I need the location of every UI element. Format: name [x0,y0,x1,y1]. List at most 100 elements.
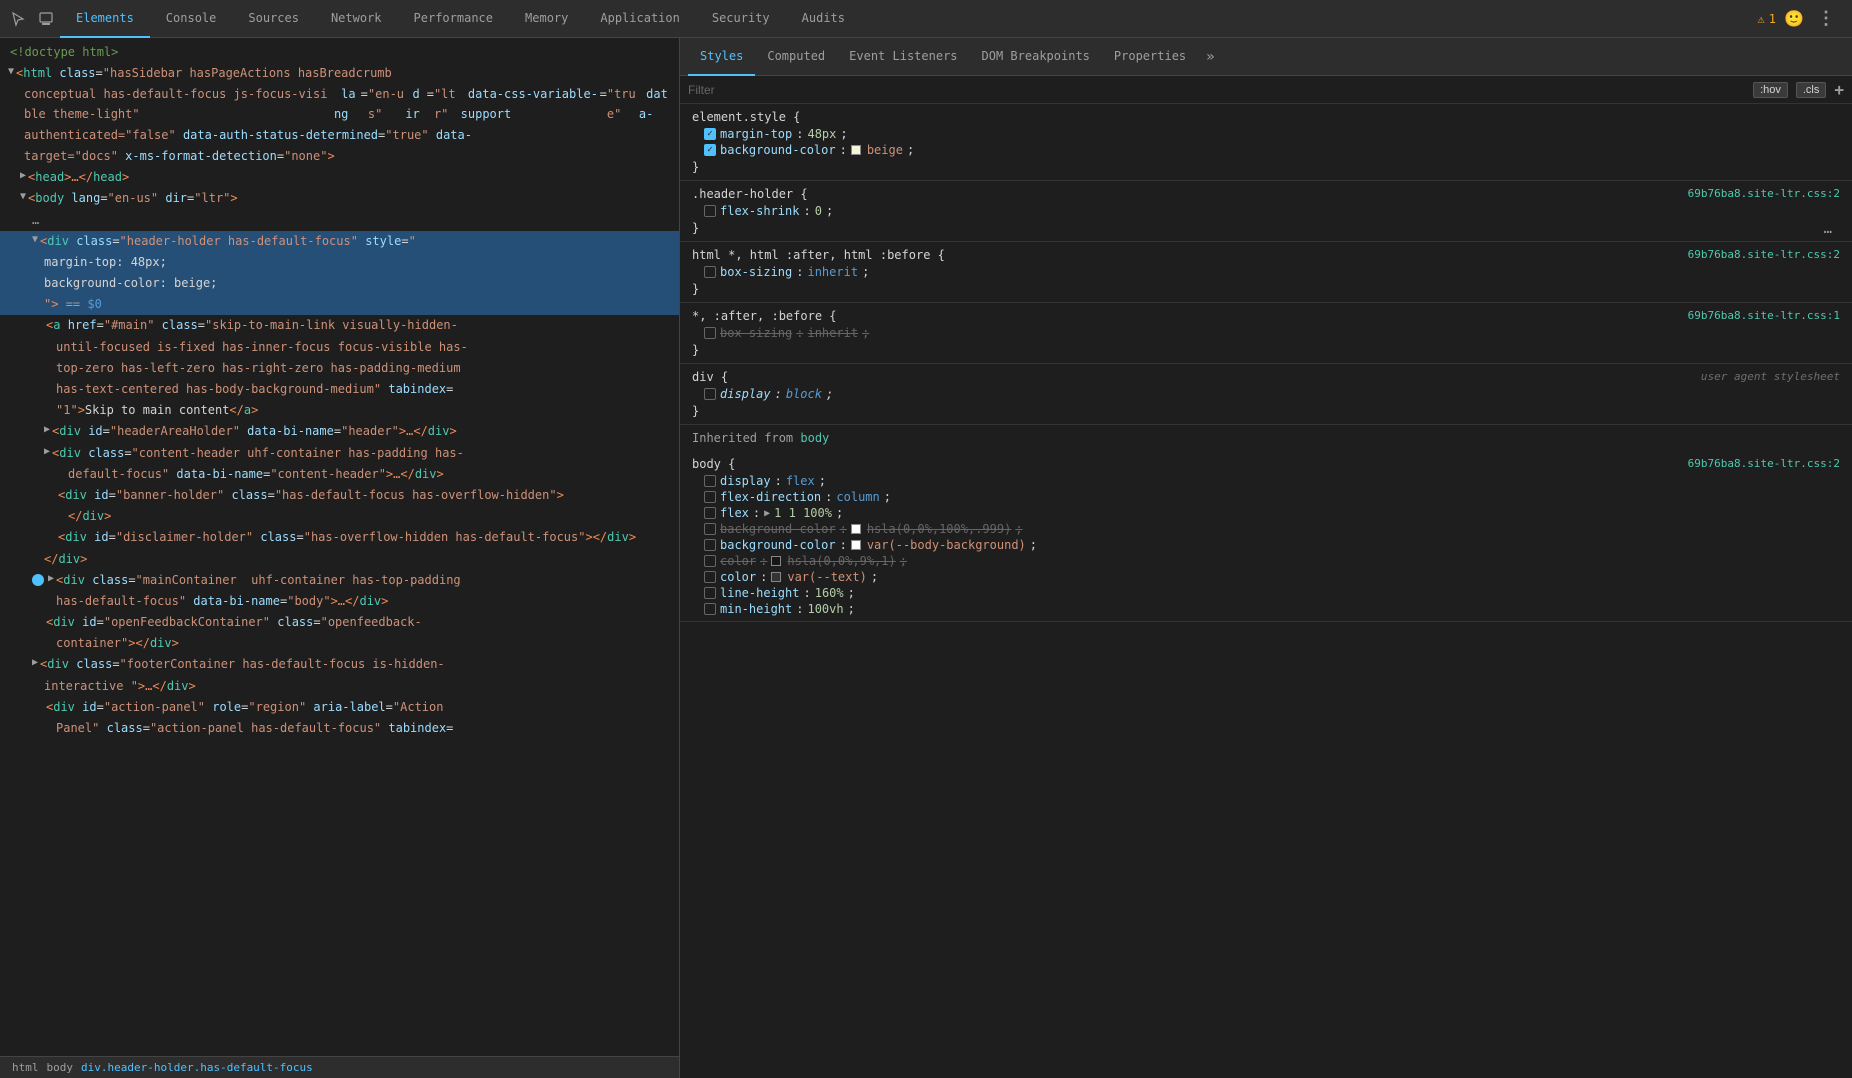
tree-line-margin-top: margin-top: 48px; [0,252,679,273]
tree-line-skip-link[interactable]: <a href="#main" class="skip-to-main-link… [0,315,679,336]
user-agent-label: user agent stylesheet [1701,370,1840,383]
inherited-from-body-link[interactable]: body [800,431,829,445]
tab-styles[interactable]: Styles [688,38,755,76]
bg-color-swatch-var[interactable] [851,540,861,550]
emoji-icon[interactable]: 🙂 [1780,5,1808,33]
warning-badge[interactable]: ⚠ 1 [1758,12,1776,26]
tab-network[interactable]: Network [315,0,398,38]
tree-line-footer[interactable]: <div class="footerContainer has-default-… [0,654,679,675]
more-options-icon[interactable]: ⋮ [1812,5,1840,33]
tree-line-content-header2: default-focus" data-bi-name="content-hea… [0,464,679,485]
body-style-block: body { 69b76ba8.site-ltr.css:2 display :… [680,451,1852,622]
breadcrumb-html[interactable]: html [8,1061,43,1074]
tree-line-disclaimer[interactable]: <div id="disclaimer-holder" class="has-o… [0,527,679,548]
prop-checkbox-bg-color[interactable] [704,144,716,156]
tab-elements[interactable]: Elements [60,0,150,38]
cls-button[interactable]: .cls [1796,82,1827,98]
tree-line-banner-close: </div> [0,506,679,527]
prop-row-flex-direction[interactable]: flex-direction : column ; [680,489,1852,505]
tree-line-content-header[interactable]: <div class="content-header uhf-container… [0,443,679,464]
prop-row-display-flex[interactable]: display : flex ; [680,473,1852,489]
prop-checkbox-bg-color-var[interactable] [704,539,716,551]
tab-security[interactable]: Security [696,0,786,38]
tree-line-action-panel2: Panel" class="action-panel has-default-f… [0,718,679,739]
prop-checkbox-flex[interactable] [704,507,716,519]
prop-checkbox-flex-shrink[interactable] [704,205,716,217]
tab-properties[interactable]: Properties [1102,38,1198,76]
prop-row-display[interactable]: display : block ; [680,386,1852,402]
more-tabs-button[interactable]: » [1198,49,1222,65]
breadcrumb-current[interactable]: div.header-holder.has-default-focus [77,1061,317,1074]
tab-performance[interactable]: Performance [398,0,509,38]
prop-checkbox-min-height[interactable] [704,603,716,615]
tab-memory[interactable]: Memory [509,0,584,38]
tab-computed[interactable]: Computed [755,38,837,76]
tab-dom-breakpoints[interactable]: DOM Breakpoints [970,38,1102,76]
tab-sources[interactable]: Sources [232,0,315,38]
prop-row-flex[interactable]: flex : ▶ 1 1 100% ; [680,505,1852,521]
top-tab-bar: Elements Console Sources Network Perform… [0,0,1852,38]
tree-line-style-close: "> == $0 [0,294,679,315]
tree-line-head[interactable]: <head>…</head> [0,167,679,188]
prop-row-bg-color[interactable]: background-color : beige ; [680,142,1852,158]
tab-event-listeners[interactable]: Event Listeners [837,38,969,76]
prop-checkbox-bg-color-hsla1[interactable] [704,523,716,535]
color-swatch-dark[interactable] [771,556,781,566]
prop-row-min-height[interactable]: min-height : 100vh ; [680,601,1852,617]
main-content: <!doctype html> <html class="hasSidebar … [0,38,1852,1078]
html-tree[interactable]: <!doctype html> <html class="hasSidebar … [0,38,679,1056]
prop-row-flex-shrink[interactable]: flex-shrink : 0 ; [680,203,1852,219]
tree-line-feedback[interactable]: <div id="openFeedbackContainer" class="o… [0,612,679,633]
tree-line-main-container-row[interactable]: <div class="mainContainer uhf-container … [0,570,679,591]
add-style-button[interactable]: + [1834,80,1844,99]
tree-line-dots[interactable]: … [0,210,679,231]
tab-application[interactable]: Application [584,0,695,38]
prop-row-bg-color-var[interactable]: background-color : var(--body-background… [680,537,1852,553]
prop-row-color-var[interactable]: color : var(--text) ; [680,569,1852,585]
filter-input[interactable] [688,83,1745,97]
prop-checkbox-box-sizing-2[interactable] [704,327,716,339]
prop-row-box-sizing-2[interactable]: box-sizing : inherit ; [680,325,1852,341]
prop-checkbox-box-sizing-1[interactable] [704,266,716,278]
html-star-source[interactable]: 69b76ba8.site-ltr.css:2 [1688,248,1840,261]
inspect-icon[interactable] [32,5,60,33]
tree-line-header-area[interactable]: <div id="headerAreaHolder" data-bi-name=… [0,421,679,442]
prop-checkbox-line-height[interactable] [704,587,716,599]
tab-audits[interactable]: Audits [786,0,861,38]
prop-row-bg-color-hsla1[interactable]: background-color : hsla(0,0%,100%,.999) … [680,521,1852,537]
element-style-selector-row: element.style { [680,108,1852,126]
prop-row-margin-top[interactable]: margin-top : 48px ; [680,126,1852,142]
prop-row-line-height[interactable]: line-height : 160% ; [680,585,1852,601]
hov-button[interactable]: :hov [1753,82,1788,98]
header-holder-dots-menu[interactable]: … [1824,221,1840,237]
flex-expand-arrow[interactable]: ▶ [764,508,770,519]
prop-checkbox-display[interactable] [704,388,716,400]
bg-color-swatch[interactable] [851,145,861,155]
breadcrumb-body[interactable]: body [43,1061,78,1074]
star-selector-row: *, :after, :before { 69b76ba8.site-ltr.c… [680,307,1852,325]
body-source[interactable]: 69b76ba8.site-ltr.css:2 [1688,457,1840,470]
prop-checkbox-margin-top[interactable] [704,128,716,140]
prop-row-box-sizing-1[interactable]: box-sizing : inherit ; [680,264,1852,280]
tree-line-banner[interactable]: <div id="banner-holder" class="has-defau… [0,485,679,506]
cursor-icon[interactable] [4,5,32,33]
element-style-selector: element.style { [692,110,800,124]
prop-checkbox-color-var[interactable] [704,571,716,583]
bg-color-swatch-white[interactable] [851,524,861,534]
header-holder-source[interactable]: 69b76ba8.site-ltr.css:2 [1688,187,1840,200]
star-style-block: *, :after, :before { 69b76ba8.site-ltr.c… [680,303,1852,364]
prop-checkbox-color-hsla[interactable] [704,555,716,567]
tree-line-action-panel[interactable]: <div id="action-panel" role="region" ari… [0,697,679,718]
tree-line-doctype[interactable]: <!doctype html> [0,42,679,63]
star-source[interactable]: 69b76ba8.site-ltr.css:1 [1688,309,1840,322]
body-selector-row: body { 69b76ba8.site-ltr.css:2 [680,455,1852,473]
tab-console[interactable]: Console [150,0,233,38]
tree-line-body[interactable]: <body lang="en-us" dir="ltr"> [0,188,679,209]
prop-checkbox-flex-direction[interactable] [704,491,716,503]
color-swatch-var[interactable] [771,572,781,582]
tree-line-header-holder[interactable]: <div class="header-holder has-default-fo… [0,231,679,252]
tree-line-html[interactable]: <html class="hasSidebar hasPageActions h… [0,63,679,84]
div-ua-close-brace: } [680,402,1852,420]
prop-checkbox-display-flex[interactable] [704,475,716,487]
prop-row-color-hsla[interactable]: color : hsla(0,0%,9%,1) ; [680,553,1852,569]
